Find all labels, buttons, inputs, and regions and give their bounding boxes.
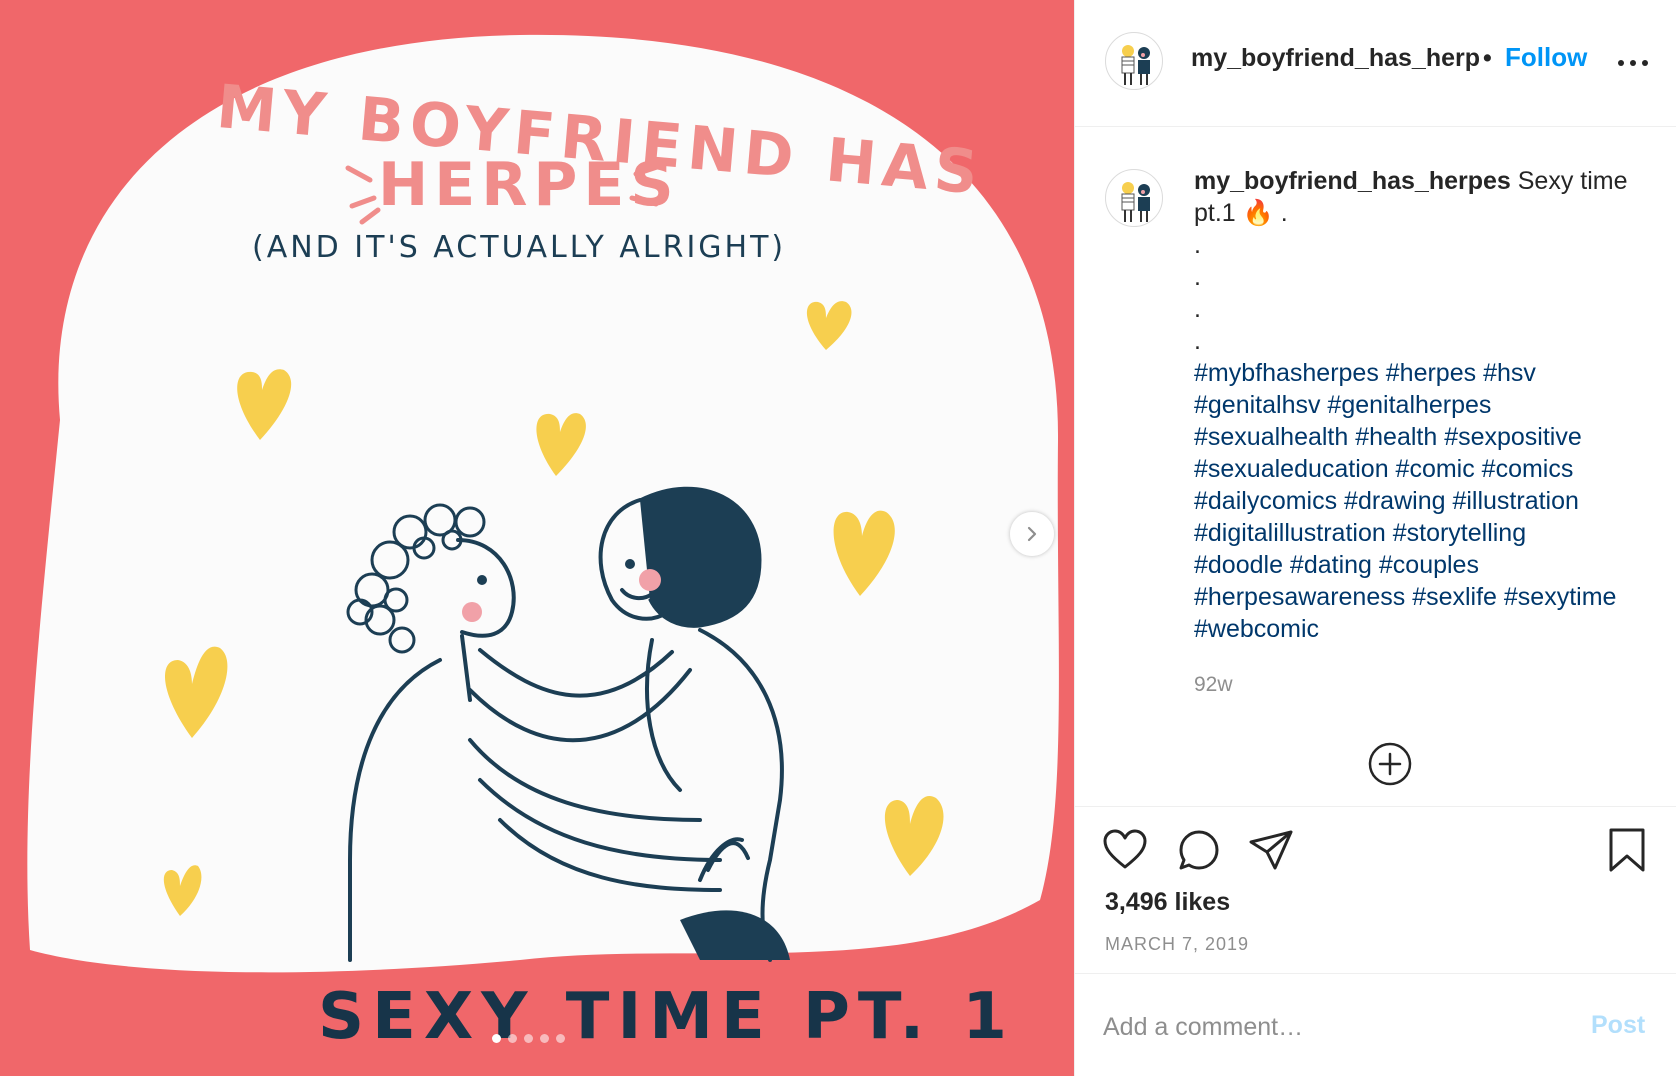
post-actions: 3,496 likes MARCH 7, 2019	[1075, 808, 1676, 974]
hashtag-line[interactable]: #sexualhealth #health #sexpositive	[1194, 421, 1644, 453]
carousel-indicator	[492, 1034, 565, 1043]
avatar[interactable]	[1105, 169, 1163, 227]
dot-line: .	[1194, 295, 1201, 323]
carousel-dot	[492, 1034, 501, 1043]
header-separator: •	[1483, 44, 1492, 72]
hashtag-line[interactable]: #doodle #dating #couples	[1194, 549, 1644, 581]
hashtag-line[interactable]: #herpesawareness #sexlife #sexytime	[1194, 581, 1644, 613]
bookmark-icon[interactable]	[1603, 826, 1651, 874]
hashtag-line[interactable]: #webcomic	[1194, 613, 1644, 645]
chevron-right-icon	[1027, 526, 1037, 542]
next-slide-button[interactable]	[1010, 512, 1054, 556]
caption-dots: . . . .	[1194, 229, 1644, 357]
hashtag-line[interactable]: #mybfhasherpes #herpes #hsv	[1194, 357, 1644, 389]
load-more-comments-icon[interactable]	[1367, 741, 1413, 787]
post-age[interactable]: 92w	[1194, 673, 1233, 697]
hashtags: #mybfhasherpes #herpes #hsv #genitalhsv …	[1194, 357, 1644, 645]
post-sidebar: my_boyfriend_has_herp • Follow my_boyfri…	[1074, 0, 1676, 1076]
comment-form: Post	[1075, 975, 1676, 1076]
post-date[interactable]: MARCH 7, 2019	[1105, 934, 1249, 955]
carousel-dot	[556, 1034, 565, 1043]
hashtag-line[interactable]: #genitalhsv #genitalherpes	[1194, 389, 1644, 421]
header-username[interactable]: my_boyfriend_has_herp	[1191, 44, 1480, 73]
fire-emoji: 🔥	[1242, 199, 1274, 227]
post-media[interactable]: MY BOYFRIEND HAS HERPES (AND IT'S ACTUAL…	[0, 0, 1074, 1076]
dot-line: .	[1194, 231, 1201, 259]
hashtag-line[interactable]: #dailycomics #drawing #illustration	[1194, 485, 1644, 517]
avatar-image	[1121, 182, 1150, 222]
follow-button[interactable]: Follow	[1505, 42, 1587, 73]
carousel-dot	[508, 1034, 517, 1043]
post-comment-button[interactable]: Post	[1591, 1011, 1645, 1040]
caption-username[interactable]: my_boyfriend_has_herpes	[1194, 167, 1511, 195]
comment-icon[interactable]	[1175, 826, 1223, 874]
caption-trailing: .	[1280, 199, 1288, 227]
caption-section: my_boyfriend_has_herpes Sexy time pt.1 🔥…	[1075, 127, 1676, 807]
more-options-icon[interactable]	[1613, 48, 1653, 78]
share-icon[interactable]	[1247, 826, 1295, 874]
hashtag-line[interactable]: #digitalillustration #storytelling	[1194, 517, 1644, 549]
dot-line: .	[1194, 263, 1201, 291]
likes-count[interactable]: 3,496 likes	[1105, 888, 1230, 917]
carousel-dot	[540, 1034, 549, 1043]
caption-text: my_boyfriend_has_herpes Sexy time pt.1 🔥…	[1194, 165, 1644, 645]
comic-illustration	[27, 34, 1059, 973]
post-header: my_boyfriend_has_herp • Follow	[1075, 0, 1676, 127]
avatar[interactable]	[1105, 32, 1163, 90]
dot-line: .	[1194, 327, 1201, 355]
carousel-dot	[524, 1034, 533, 1043]
avatar-image	[1121, 45, 1150, 85]
heart-icon[interactable]	[1101, 826, 1149, 874]
comment-input[interactable]	[1103, 1007, 1543, 1047]
hashtag-line[interactable]: #sexualeducation #comic #comics	[1194, 453, 1644, 485]
